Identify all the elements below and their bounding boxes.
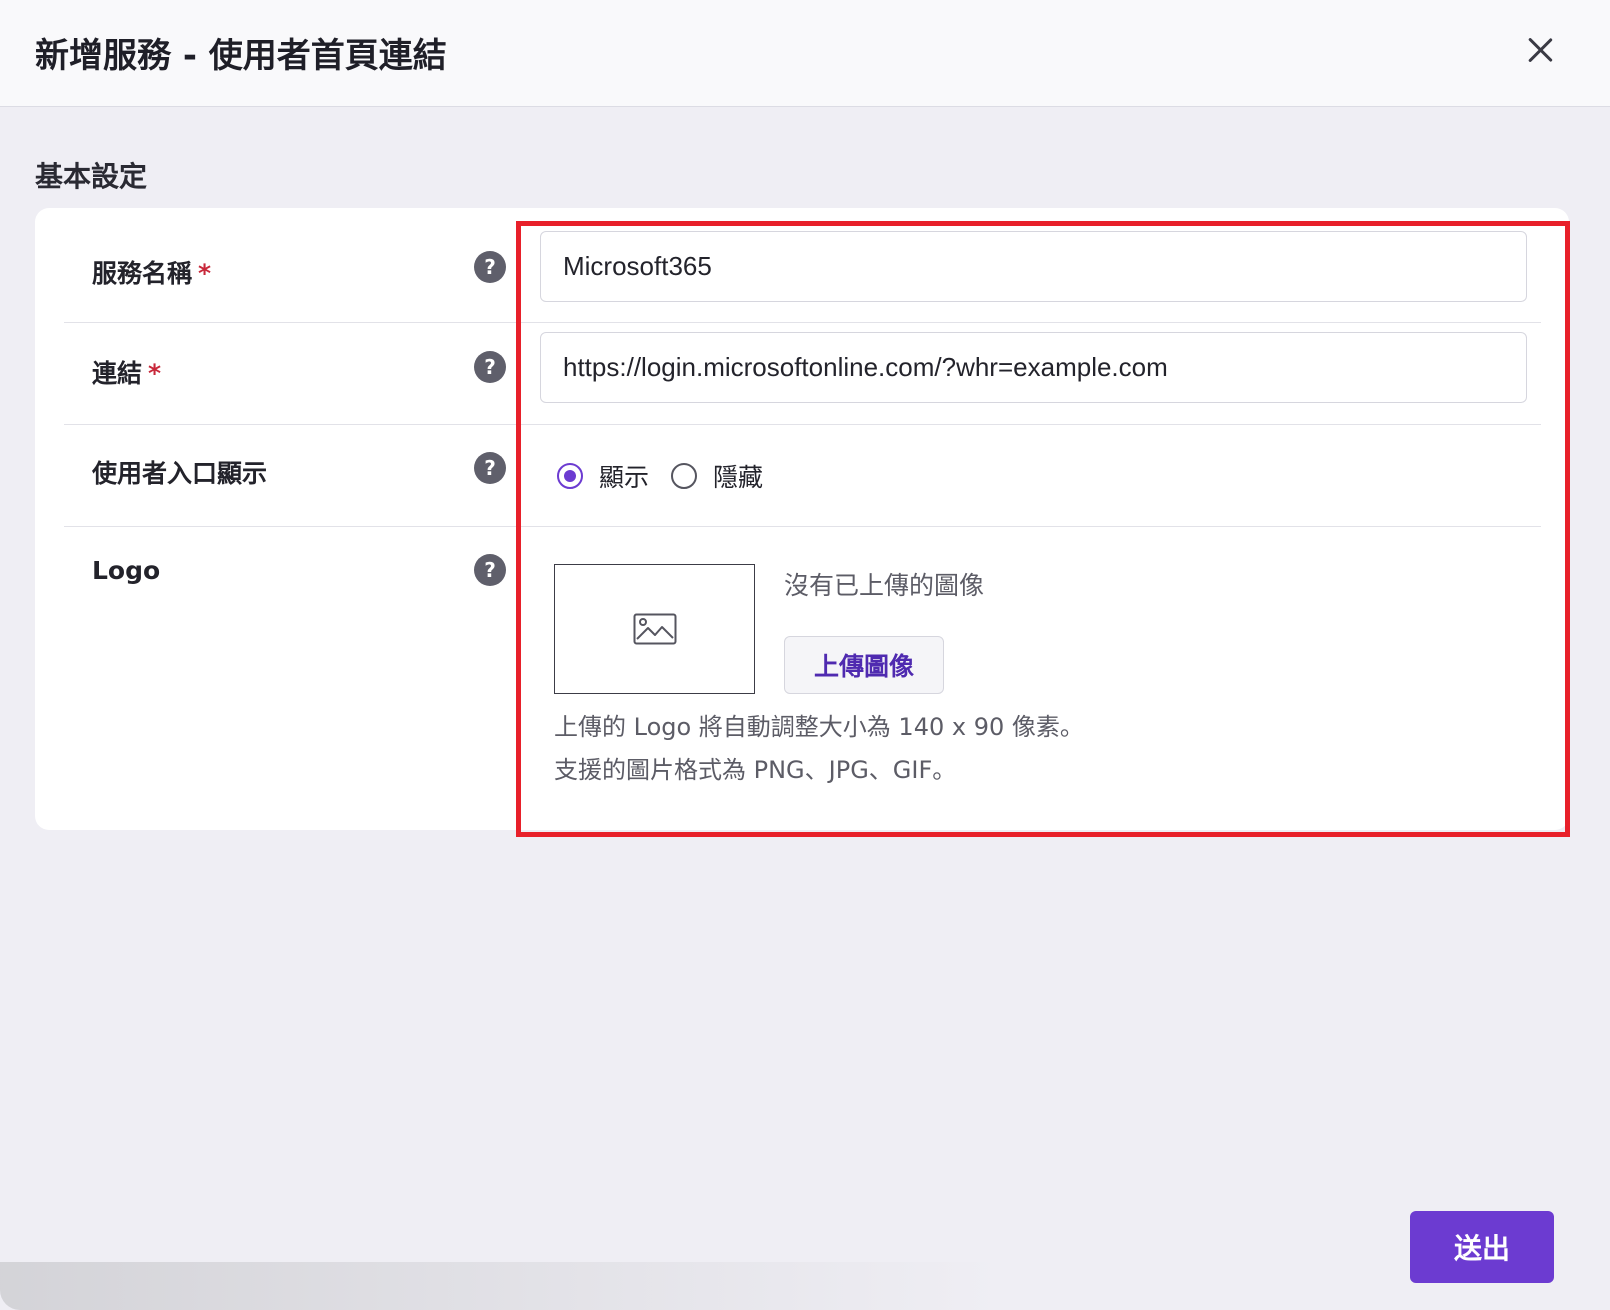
service-name-input[interactable]: Microsoft365 [540,231,1527,302]
logo-preview [554,564,755,694]
dialog-header: 新增服務 - 使用者首頁連結 [0,0,1610,107]
logo-hint-format: 支援的圖片格式為 PNG、JPG、GIF。 [554,756,957,784]
radio-show[interactable] [557,463,583,489]
dialog-title: 新增服務 - 使用者首頁連結 [35,36,447,76]
help-icon[interactable]: ? [474,351,506,383]
settings-card: 服務名稱 * ? Microsoft365 連結 * ? https://login… [35,208,1569,830]
radio-show-label[interactable]: 顯示 [599,458,649,494]
portal-display-label: 使用者入口顯示 [92,459,268,488]
close-icon[interactable] [1522,32,1558,68]
image-placeholder-icon [633,613,676,645]
submit-button[interactable]: 送出 [1410,1211,1554,1283]
window-shadow [0,1262,1000,1310]
row-divider [64,526,1541,527]
upload-image-button[interactable]: 上傳圖像 [784,636,944,694]
portal-display-radio-group: 顯示 隱藏 [557,458,785,494]
required-mark: * [198,259,212,288]
link-input[interactable]: https://login.microsoftonline.com/?whr=e… [540,332,1527,403]
logo-status-text: 沒有已上傳的圖像 [784,571,985,600]
help-icon[interactable]: ? [474,452,506,484]
row-divider [64,322,1541,323]
service-name-label-text: 服務名稱 [92,259,193,288]
help-icon[interactable]: ? [474,554,506,586]
help-icon[interactable]: ? [474,251,506,283]
link-label-text: 連結 [92,359,143,388]
radio-hide[interactable] [671,463,698,489]
logo-hint-size: 上傳的 Logo 將自動調整大小為 140 x 90 像素。 [554,713,1084,741]
service-name-label: 服務名稱 * [92,254,211,290]
link-label: 連結 * [92,354,161,390]
section-title: 基本設定 [35,160,148,193]
logo-label: Logo [92,556,161,585]
required-mark: * [148,359,162,388]
row-divider [64,424,1541,425]
radio-hide-label[interactable]: 隱藏 [713,458,763,494]
